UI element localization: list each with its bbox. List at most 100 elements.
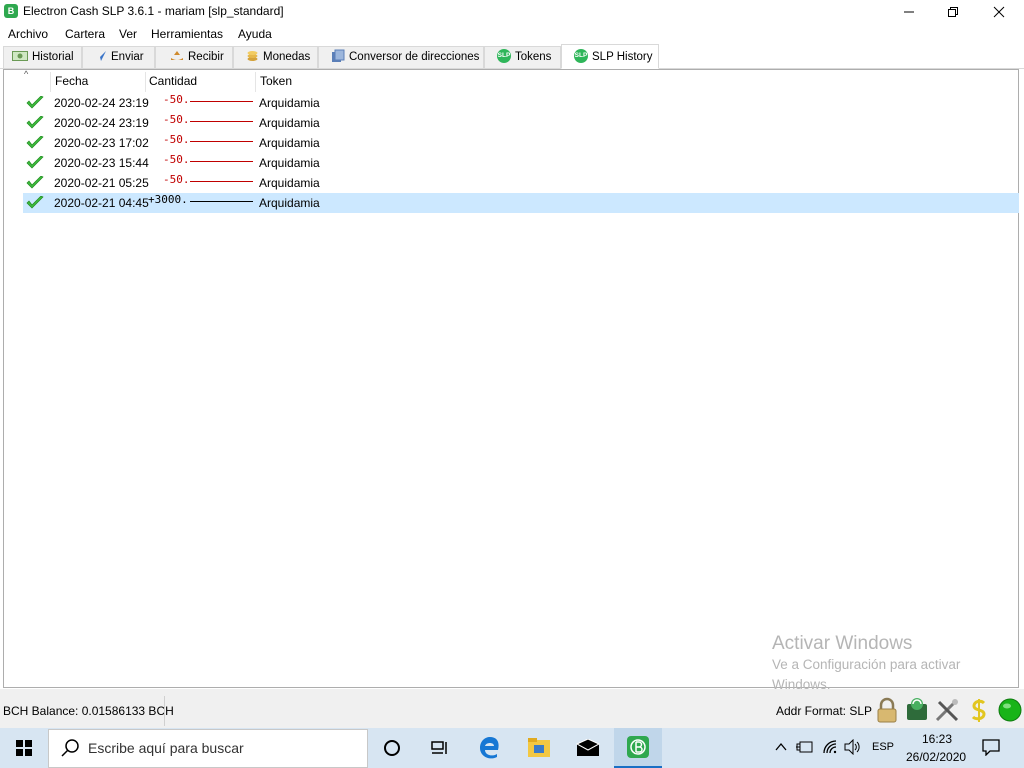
wifi-icon[interactable] <box>822 739 838 755</box>
amount-decimal-placeholder <box>190 101 253 102</box>
tab-slp-history[interactable]: SLP SLP History <box>561 44 659 69</box>
coins-icon <box>247 50 258 61</box>
row-token: Arquidamia <box>259 96 320 110</box>
confirmed-check-icon <box>26 196 44 209</box>
table-row[interactable]: 2020-02-24 23:19 -50. Arquidamia <box>23 93 1019 113</box>
row-date: 2020-02-23 17:02 <box>54 136 149 150</box>
network-status-button[interactable] <box>996 696 1024 724</box>
address-converter-icon <box>332 49 345 62</box>
sort-indicator-icon[interactable]: ^ <box>24 69 28 79</box>
mail-icon <box>575 738 601 756</box>
minimize-button[interactable] <box>886 0 932 23</box>
tab-historial[interactable]: Historial <box>3 46 82 68</box>
row-date: 2020-02-24 23:19 <box>54 116 149 130</box>
tab-recibir[interactable]: Recibir <box>155 46 233 68</box>
table-row[interactable]: 2020-02-23 15:44 -50. Arquidamia <box>23 153 1019 173</box>
minimize-icon <box>904 11 914 13</box>
preferences-button[interactable] <box>933 696 961 724</box>
tab-tokens[interactable]: SLP Tokens <box>484 46 561 68</box>
row-date: 2020-02-23 15:44 <box>54 156 149 170</box>
window-title: Electron Cash SLP 3.6.1 - mariam [slp_st… <box>23 4 284 18</box>
column-divider <box>145 72 146 92</box>
tab-recibir-label: Recibir <box>188 51 224 63</box>
tab-tokens-label: Tokens <box>515 51 552 63</box>
folder-icon <box>528 738 550 757</box>
tab-historial-label: Historial <box>32 51 74 63</box>
file-explorer-taskbar-button[interactable] <box>515 728 563 768</box>
volume-icon[interactable] <box>844 739 862 755</box>
slp-icon: SLP <box>574 48 588 63</box>
tab-enviar-label: Enviar <box>111 51 144 63</box>
menu-ayuda[interactable]: Ayuda <box>238 27 272 41</box>
tab-enviar[interactable]: Enviar <box>82 46 155 68</box>
clock-date[interactable]: 26/02/2020 <box>906 750 966 764</box>
row-token: Arquidamia <box>259 136 320 150</box>
column-header-cantidad[interactable]: Cantidad <box>149 74 197 88</box>
task-view-icon <box>431 741 447 754</box>
amount-decimal-placeholder <box>190 201 253 202</box>
slp-dollar-icon <box>971 699 986 722</box>
mail-taskbar-button[interactable] <box>564 728 612 768</box>
language-indicator[interactable]: ESP <box>872 741 894 753</box>
search-icon <box>61 739 79 757</box>
row-date: 2020-02-21 05:25 <box>54 176 149 190</box>
tab-conversor-label: Conversor de direcciones <box>349 51 480 63</box>
menu-ver[interactable]: Ver <box>119 27 137 41</box>
receive-icon <box>171 50 183 60</box>
windows-logo-icon <box>16 740 32 756</box>
tab-conversor[interactable]: Conversor de direcciones <box>318 46 484 68</box>
confirmed-check-icon <box>26 176 44 189</box>
clock-time[interactable]: 16:23 <box>922 732 952 746</box>
amount-decimal-placeholder <box>190 161 253 162</box>
maximize-button[interactable] <box>930 0 976 23</box>
amount-decimal-placeholder <box>190 181 253 182</box>
cortana-button[interactable] <box>368 728 416 768</box>
confirmed-check-icon <box>26 156 44 169</box>
seed-button[interactable] <box>903 696 931 724</box>
menu-archivo[interactable]: Archivo <box>8 27 48 41</box>
notifications-icon[interactable] <box>982 738 1000 756</box>
confirmed-check-icon <box>26 116 44 129</box>
row-token: Arquidamia <box>259 156 320 170</box>
start-button[interactable] <box>0 728 48 768</box>
status-divider <box>164 696 165 726</box>
row-amount: -50. <box>163 133 190 146</box>
table-row[interactable]: 2020-02-21 05:25 -50. Arquidamia <box>23 173 1019 193</box>
lock-button[interactable] <box>873 696 901 724</box>
slp-button[interactable] <box>965 696 993 724</box>
column-divider <box>50 72 51 92</box>
tab-monedas[interactable]: Monedas <box>233 46 318 68</box>
table-row[interactable]: 2020-02-23 17:02 -50. Arquidamia <box>23 133 1019 153</box>
menu-herramientas[interactable]: Herramientas <box>151 27 223 41</box>
tab-slp-history-label: SLP History <box>592 51 653 63</box>
activation-watermark-text: Ve a Configuración para activar <box>772 657 961 672</box>
task-view-button[interactable] <box>416 728 464 768</box>
column-header-token[interactable]: Token <box>260 74 292 88</box>
network-status-icon <box>998 698 1022 722</box>
row-amount: -50. <box>163 173 190 186</box>
row-date: 2020-02-24 23:19 <box>54 96 149 110</box>
tab-monedas-label: Monedas <box>263 51 311 63</box>
row-date: 2020-02-21 04:45 <box>54 196 149 210</box>
edge-taskbar-button[interactable] <box>466 728 514 768</box>
slp-icon: SLP <box>497 48 511 63</box>
close-button[interactable] <box>976 0 1022 23</box>
row-token: Arquidamia <box>259 116 320 130</box>
menu-cartera[interactable]: Cartera <box>65 27 105 41</box>
taskbar-search-placeholder: Escribe aquí para buscar <box>88 740 244 756</box>
confirmed-check-icon <box>26 96 44 109</box>
column-header-fecha[interactable]: Fecha <box>55 74 88 88</box>
table-row[interactable]: 2020-02-24 23:19 -50. Arquidamia <box>23 113 1019 133</box>
restore-icon <box>948 7 958 17</box>
show-hidden-icons-icon[interactable] <box>775 742 787 752</box>
battery-icon[interactable] <box>796 739 814 755</box>
activation-watermark-title: Activar Windows <box>772 633 913 654</box>
confirmed-check-icon <box>26 136 44 149</box>
balance-label: BCH Balance: 0.01586133 BCH <box>3 704 174 718</box>
electron-cash-taskbar-button[interactable] <box>614 728 662 768</box>
amount-decimal-placeholder <box>190 121 253 122</box>
lock-icon <box>877 697 897 723</box>
address-format-button[interactable]: Addr Format: SLP <box>776 704 872 718</box>
send-icon <box>96 50 106 61</box>
table-row[interactable]: 2020-02-21 04:45 +3000. Arquidamia <box>23 193 1019 213</box>
